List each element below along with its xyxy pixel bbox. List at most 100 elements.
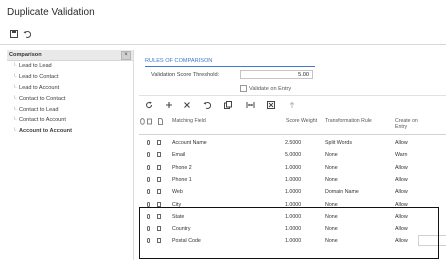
comparison-item[interactable]: └ Contact to Contact (7, 94, 133, 105)
cell-score-weight[interactable]: 1.0000 (285, 238, 301, 244)
attachment-icon[interactable] (147, 140, 150, 145)
column-header-matching-field[interactable]: Matching Field (172, 118, 206, 124)
cell-transformation-rule[interactable]: None (325, 214, 338, 220)
cell-matching-field[interactable]: Phone 1 (172, 177, 192, 183)
checkbox-box[interactable] (240, 85, 247, 92)
refresh-icon[interactable] (143, 99, 155, 111)
delete-icon[interactable] (181, 99, 193, 111)
attachment-icon[interactable] (147, 226, 150, 232)
comparison-item[interactable]: └ Contact to Account (7, 115, 133, 126)
tree-branch-icon: └ (13, 128, 17, 135)
comparison-item[interactable]: └ Lead to Contact (7, 72, 133, 83)
cell-transformation-rule[interactable]: None (325, 226, 338, 232)
cell-transformation-rule[interactable]: None (325, 152, 338, 158)
cell-matching-field[interactable]: Account Name (172, 140, 207, 146)
cell-score-weight[interactable]: 2.5000 (285, 140, 301, 146)
comparison-item[interactable]: └ Contact to Lead (7, 105, 133, 116)
undo-icon[interactable] (22, 29, 31, 38)
cell-score-weight[interactable]: 1.0000 (285, 202, 301, 208)
comparison-item[interactable]: └ Lead to Account (7, 83, 133, 94)
cell-transformation-rule[interactable]: None (325, 177, 338, 183)
note-icon[interactable] (157, 176, 161, 182)
cell-create-on-entry[interactable]: Allow (395, 214, 408, 220)
cell-score-weight[interactable]: 5.0000 (285, 152, 301, 158)
cell-create-on-entry[interactable]: Allow (395, 189, 408, 195)
validate-on-entry-label: Validate on Entry (249, 85, 292, 92)
note-icon[interactable] (157, 189, 161, 195)
cell-score-weight[interactable]: 1.0000 (285, 165, 301, 171)
table-row[interactable]: Phone 1 1.0000 None Allow (139, 174, 446, 186)
page-title: Duplicate Validation (7, 7, 95, 18)
cell-score-weight[interactable]: 1.0000 (285, 177, 301, 183)
attachment-icon[interactable] (147, 152, 150, 158)
cell-matching-field[interactable]: Web (172, 189, 183, 195)
cell-create-on-entry[interactable]: Warn (395, 152, 407, 158)
grid-header: Matching Field Score Weight Transformati… (139, 115, 446, 135)
active-cell[interactable] (418, 235, 446, 247)
cell-transformation-rule[interactable]: None (325, 165, 338, 171)
cell-matching-field[interactable]: Email (172, 152, 185, 158)
attachment-icon[interactable] (147, 201, 150, 207)
attachment-icon[interactable] (147, 176, 150, 182)
cell-matching-field[interactable]: Postal Code (172, 238, 201, 244)
cell-transformation-rule[interactable]: None (325, 202, 338, 208)
cell-create-on-entry[interactable]: Allow (395, 202, 408, 208)
table-row[interactable]: Web 1.0000 Domain Name Allow (139, 186, 446, 198)
section-title: RULES OF COMPARISON (145, 58, 213, 64)
table-row[interactable]: Email 5.0000 None Warn (139, 149, 446, 161)
close-icon[interactable]: × (121, 51, 131, 60)
cell-transformation-rule[interactable]: Domain Name (325, 189, 359, 195)
tree-branch-icon: └ (13, 84, 17, 91)
cell-create-on-entry[interactable]: Allow (395, 140, 408, 146)
attachment-icon[interactable] (147, 189, 150, 195)
cell-matching-field[interactable]: State (172, 214, 184, 220)
tree-branch-icon: └ (13, 95, 17, 102)
attachment-icon[interactable] (147, 164, 150, 170)
comparison-item-label: Lead to Lead (19, 63, 52, 69)
table-row[interactable]: Account Name 2.5000 Split Words Allow (139, 137, 446, 149)
cell-score-weight[interactable]: 1.0000 (285, 226, 301, 232)
export-icon[interactable] (265, 99, 277, 111)
cell-create-on-entry[interactable]: Allow (395, 177, 408, 183)
note-icon[interactable] (157, 213, 161, 219)
cell-matching-field[interactable]: Country (172, 226, 191, 232)
upload-icon[interactable] (286, 99, 298, 111)
cell-matching-field[interactable]: Phone 2 (172, 165, 192, 171)
select-column-icon (147, 118, 152, 127)
table-row[interactable]: Phone 2 1.0000 None Allow (139, 162, 446, 174)
table-row[interactable]: Postal Code 1.0000 None Allow (139, 235, 446, 247)
threshold-input[interactable]: 5.00 (240, 70, 313, 79)
table-row[interactable]: City 1.0000 None Allow (139, 199, 446, 211)
cell-transformation-rule[interactable]: Split Words (325, 140, 352, 146)
cell-score-weight[interactable]: 1.0000 (285, 189, 301, 195)
column-header-create-on-entry[interactable]: Create on Entry (395, 118, 419, 131)
note-icon[interactable] (157, 152, 161, 158)
note-icon[interactable] (157, 238, 161, 244)
note-icon[interactable] (157, 201, 161, 207)
attachment-icon[interactable] (147, 213, 150, 219)
cell-transformation-rule[interactable]: None (325, 238, 338, 244)
cell-score-weight[interactable]: 1.0000 (285, 214, 301, 220)
cell-matching-field[interactable]: City (172, 202, 181, 208)
column-header-score-weight[interactable]: Score Weight (286, 118, 317, 124)
copy-icon[interactable] (222, 99, 234, 111)
cell-create-on-entry[interactable]: Allow (395, 226, 408, 232)
note-icon[interactable] (157, 226, 161, 232)
table-row[interactable]: State 1.0000 None Allow (139, 211, 446, 223)
comparison-item[interactable]: └ Lead to Lead (7, 61, 133, 72)
validate-on-entry-checkbox[interactable]: Validate on Entry (240, 85, 291, 92)
comparison-item-label: Lead to Account (19, 84, 60, 91)
attachment-icon[interactable] (147, 238, 150, 244)
comparison-item[interactable]: └ Account to Account (7, 126, 133, 137)
note-icon[interactable] (157, 164, 161, 170)
save-icon[interactable] (9, 29, 18, 38)
undo-icon[interactable] (201, 99, 213, 111)
cell-create-on-entry[interactable]: Allow (395, 165, 408, 171)
column-header-transformation-rule[interactable]: Transformation Rule (325, 118, 372, 124)
fit-columns-icon[interactable] (244, 99, 256, 111)
note-icon[interactable] (157, 140, 161, 145)
tree-branch-icon: └ (13, 63, 17, 69)
table-row[interactable]: Country 1.0000 None Allow (139, 223, 446, 235)
add-icon[interactable] (163, 99, 175, 111)
cell-create-on-entry[interactable]: Allow (395, 238, 408, 244)
